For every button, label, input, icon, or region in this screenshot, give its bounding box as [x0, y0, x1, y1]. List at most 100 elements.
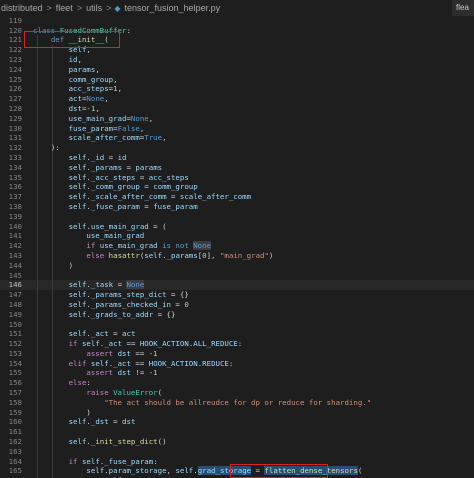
- code-line[interactable]: 137 self._scale_after_comm = scale_after…: [0, 192, 474, 202]
- code-line[interactable]: 126 acc_steps=1,: [0, 84, 474, 95]
- code-line[interactable]: 129 use_main_grad=None,: [0, 113, 474, 124]
- breadcrumb-separator: >: [46, 3, 52, 13]
- code-text: scale_after_comm=True,: [33, 133, 167, 143]
- code-line[interactable]: 145: [0, 270, 474, 281]
- code-line[interactable]: 148 self._params_checked_in = 0: [0, 299, 474, 310]
- code-line[interactable]: 138 self._fuse_param = fuse_param: [0, 201, 474, 212]
- indent-guide: [37, 211, 38, 222]
- code-line[interactable]: 165 self.param_storage, self.grad_storag…: [0, 466, 474, 477]
- code-token: comm_group: [68, 74, 114, 84]
- line-number: 145: [8, 270, 22, 280]
- indent-guide: [37, 319, 38, 330]
- code-token: params: [135, 162, 163, 172]
- code-line[interactable]: 136 self._comm_group = comm_group: [0, 182, 474, 193]
- code-line[interactable]: 160 self._dst = dst: [0, 417, 474, 428]
- code-line[interactable]: 130 fuse_param=False,: [0, 123, 474, 134]
- line-number: 147: [8, 290, 22, 300]
- code-token: None: [126, 280, 145, 290]
- breadcrumb-separator: >: [106, 3, 112, 13]
- code-line[interactable]: 140 self.use_main_grad = (: [0, 221, 474, 232]
- code-text: def __init__(: [33, 35, 109, 45]
- code-line[interactable]: 143 else hasattr(self._params[0], "main_…: [0, 250, 474, 261]
- code-line[interactable]: 139: [0, 211, 474, 222]
- code-token: elif: [68, 358, 87, 368]
- code-line[interactable]: 127 act=None,: [0, 94, 474, 104]
- code-token: ,: [77, 54, 82, 64]
- code-line[interactable]: 135 self._acc_steps = acc_steps: [0, 172, 474, 183]
- line-number: 136: [8, 182, 22, 192]
- code-token: ,: [113, 74, 118, 84]
- code-line[interactable]: 132 ):: [0, 143, 474, 153]
- code-line[interactable]: 125 comm_group,: [0, 74, 474, 85]
- indent-guide: [52, 427, 53, 438]
- code-line[interactable]: 164 if self._fuse_param:: [0, 456, 474, 467]
- code-line[interactable]: 123 id,: [0, 54, 474, 65]
- code-editor[interactable]: return fused_comm119120class FusedCommBu…: [0, 16, 474, 478]
- code-line[interactable]: 124 params,: [0, 64, 474, 75]
- code-line[interactable]: 144 ): [0, 260, 474, 271]
- code-line[interactable]: 120 class FusedCommBuffer:: [0, 26, 474, 36]
- code-line[interactable]: 131 scale_after_comm=True,: [0, 133, 474, 144]
- code-line[interactable]: 149 self._grads_to_addr = {}: [0, 309, 474, 320]
- code-text: self,: [33, 45, 91, 55]
- code-token: self: [144, 250, 163, 260]
- code-text: use_main_grad: [33, 231, 144, 241]
- code-line[interactable]: 151 self._act = act: [0, 329, 474, 340]
- code-line[interactable]: 142 if use_main_grad is not None: [0, 241, 474, 251]
- code-line[interactable]: 128 dst=-1,: [0, 103, 474, 114]
- code-line[interactable]: 154 elif self._act == HOOK_ACTION.REDUCE…: [0, 358, 474, 369]
- line-number: 124: [8, 64, 22, 74]
- line-number: 159: [8, 407, 22, 417]
- line-number: 143: [8, 250, 22, 260]
- code-line[interactable]: 157 raise ValueError(: [0, 388, 474, 398]
- code-line[interactable]: 159 ): [0, 407, 474, 418]
- code-text: comm_group,: [33, 75, 118, 85]
- code-line[interactable]: 147 self._params_step_dict = {}: [0, 290, 474, 300]
- code-token: comm_group: [153, 182, 198, 192]
- code-line[interactable]: 146 self._task = None: [0, 280, 474, 291]
- code-token: _act: [113, 358, 131, 368]
- indent-guide: [52, 319, 53, 330]
- code-line[interactable]: 150: [0, 319, 474, 330]
- code-token: _dst: [90, 417, 109, 427]
- code-line[interactable]: 141 use_main_grad: [0, 231, 474, 242]
- code-token: _fuse_param: [104, 456, 154, 466]
- code-token: None: [130, 113, 149, 123]
- code-text: params,: [33, 65, 100, 75]
- code-line[interactable]: 156 else:: [0, 378, 474, 389]
- code-token: = (: [148, 221, 167, 231]
- breadcrumb-item[interactable]: distributed: [0, 3, 44, 13]
- code-line[interactable]: 155 assert dst != -1: [0, 368, 474, 379]
- code-line[interactable]: 134 self._params = params: [0, 162, 474, 173]
- code-text: self._params_step_dict = {}: [33, 290, 189, 300]
- code-line[interactable]: 163: [0, 446, 474, 457]
- code-token: params: [68, 64, 96, 74]
- line-number: 132: [8, 143, 22, 153]
- code-line[interactable]: 158 "The act should be allreudce for dp …: [0, 397, 474, 408]
- breadcrumb-item[interactable]: fleet: [55, 3, 74, 13]
- code-line[interactable]: 152 if self._act == HOOK_ACTION.ALL_REDU…: [0, 339, 474, 349]
- code-line[interactable]: 161: [0, 427, 474, 438]
- breadcrumb-item[interactable]: tensor_fusion_helper.py: [124, 3, 222, 13]
- code-token: True: [144, 133, 163, 143]
- code-line[interactable]: 153 assert dst == -1: [0, 348, 474, 359]
- code-line[interactable]: 119: [0, 16, 474, 26]
- breadcrumb-item[interactable]: utils: [85, 3, 103, 13]
- code-token: dst: [122, 417, 136, 427]
- code-token: :: [86, 378, 91, 388]
- code-line[interactable]: 133 self._id = id: [0, 152, 474, 163]
- code-text: self._comm_group = comm_group: [33, 182, 198, 192]
- code-token: _task: [90, 280, 114, 290]
- code-token: else: [68, 378, 87, 388]
- code-token: != -: [130, 368, 154, 378]
- code-line[interactable]: 122 self,: [0, 45, 474, 55]
- editor-tab-partial[interactable]: flea: [452, 0, 474, 16]
- line-number: 162: [8, 437, 22, 447]
- code-line[interactable]: 162 self._init_step_dict(): [0, 437, 474, 447]
- code-line[interactable]: 121 def __init__(: [0, 35, 474, 46]
